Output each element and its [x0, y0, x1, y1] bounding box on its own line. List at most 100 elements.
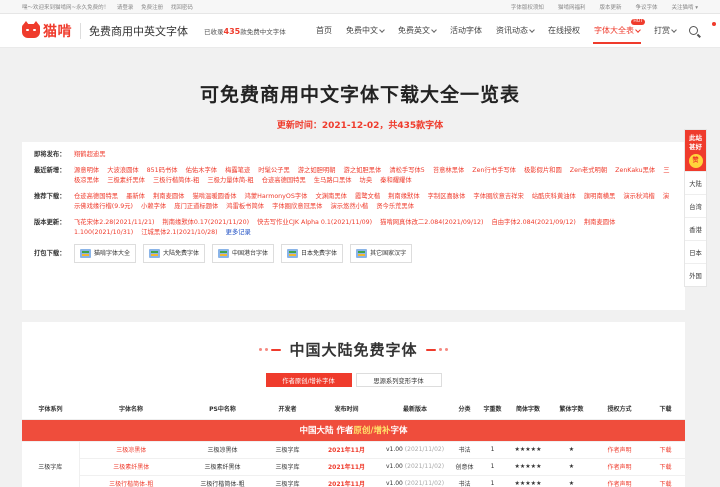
recommend-font-link[interactable]: 演示秋鸿楷	[623, 193, 654, 200]
recent-font-link[interactable]: 大波浪圆体	[107, 167, 138, 174]
site-logo[interactable]: 猫啃	[22, 21, 72, 41]
recent-font-link[interactable]: 苔意林黑体	[433, 167, 464, 174]
pack-download-button[interactable]: 日本免费字体	[281, 244, 343, 263]
sidebar-region-link[interactable]: 台湾	[685, 194, 706, 217]
nav-item[interactable]: 打赏	[647, 14, 683, 47]
font-table: 字体系列字体名称PS中名称开发者发布时间最新版本分类字重数简体字数繁体字数授权方…	[22, 398, 685, 487]
recent-font-link[interactable]: 清松手写体5	[389, 167, 425, 174]
weight-count: 1	[479, 441, 506, 458]
column-header: 下载	[646, 398, 685, 419]
upcoming-row: 即将发布： 翔鹤超迪黑	[34, 150, 673, 160]
tab-original-fonts[interactable]: 作者原创/增补字体	[266, 373, 352, 387]
recommend-font-link[interactable]: 荆南麦圆体	[153, 193, 184, 200]
recommend-font-link[interactable]: 站酷庆科黄油体	[532, 193, 576, 200]
version-update-link[interactable]: 猫啃网真体改二2.084(2021/09/12)	[380, 219, 483, 226]
recent-font-link[interactable]: 三极力量体简-粗	[207, 177, 253, 184]
version-update-link[interactable]: 飞花宋体2.28(2021/11/21)	[74, 219, 154, 226]
forgot-password-link[interactable]: 找回密码	[171, 5, 193, 11]
recent-font-link[interactable]: ZenKaku黑体	[615, 167, 655, 174]
recommend-font-link[interactable]: 字体圈欣意吉祥宋	[473, 193, 523, 200]
update-info: 更新时间：2021-12-02，共435款字体	[0, 118, 720, 131]
nav-item[interactable]: 首页	[309, 14, 339, 47]
recommend-font-link[interactable]: 演示悠然小楷	[330, 203, 368, 210]
sidebar-region-link[interactable]: 香港	[685, 217, 706, 240]
sidebar-region-link[interactable]: 大陆	[685, 171, 706, 194]
recommend-font-link[interactable]: 墨新体	[126, 193, 145, 200]
pack-download-button[interactable]: 猫啃字体大全	[74, 244, 136, 263]
recommend-font-link[interactable]: 文渊南黑体	[315, 193, 346, 200]
top-link[interactable]: 字体版权须知	[511, 3, 544, 11]
font-name-link[interactable]: 三极素纤黑体	[79, 458, 183, 475]
top-link[interactable]: 猫啃网福利	[558, 3, 586, 11]
recommend-font-link[interactable]: 鸿蒙HarmonyOS字体	[245, 193, 308, 200]
version-date: (2021/11/02)	[405, 446, 444, 453]
recent-font-link[interactable]: 851码书体	[147, 167, 178, 174]
recent-font-link[interactable]: 秦和耀耀体	[380, 177, 411, 184]
license-link[interactable]: 作者声明	[593, 441, 646, 458]
recommend-font-link[interactable]: 仓迹高德国特黑	[74, 193, 118, 200]
folder-icon	[356, 249, 367, 258]
recent-font-link[interactable]: 极影假片和圆	[524, 167, 562, 174]
recent-font-link[interactable]: 仓迹高德国特黑	[262, 177, 306, 184]
download-link[interactable]: 下载	[646, 475, 685, 487]
recommend-font-link[interactable]: 荆南缘默体	[388, 193, 419, 200]
version-update-link[interactable]: 荆南缘默体0.17(2021/11/20)	[162, 219, 249, 226]
latest-version: v1.00 (2021/11/02)	[380, 458, 450, 475]
register-link[interactable]: 免费注册	[141, 5, 163, 11]
site-name: 免费商用中英文字体	[89, 23, 188, 39]
nav-item[interactable]: 在线授权	[541, 14, 587, 47]
more-records-link[interactable]: 更多记录	[226, 229, 251, 236]
recent-font-link[interactable]: 游之如胆明朝	[298, 167, 336, 174]
top-link[interactable]: 关注猫啃 ▾	[671, 3, 698, 11]
sidebar-region-link[interactable]: 日本	[685, 240, 706, 263]
pack-download-button[interactable]: 大陆免费字体	[143, 244, 205, 263]
recommend-font-link[interactable]: 旗明南横黑	[584, 193, 615, 200]
login-link[interactable]: 请登录	[117, 5, 134, 11]
sidebar-like[interactable]: 此站 甚好 赞	[685, 130, 706, 171]
search-icon[interactable]	[689, 26, 698, 35]
recent-font-link[interactable]: 游之如胆黑体	[344, 167, 382, 174]
recent-font-link[interactable]: 坊央	[360, 177, 373, 184]
recent-font-link[interactable]: 佑佑木字体	[186, 167, 217, 174]
pack-download-button[interactable]: 其它国家汉字	[350, 244, 412, 263]
sidebar-region-link[interactable]: 外国	[685, 263, 706, 286]
version-update-link[interactable]: 江城黑体2.1(2021/10/28)	[141, 229, 217, 236]
pack-download-button[interactable]: 中国港台字体	[212, 244, 274, 263]
recommend-font-link[interactable]: 鸿雷板书简体	[226, 203, 264, 210]
recent-font-link[interactable]: 时髦公子黑	[258, 167, 289, 174]
download-link[interactable]: 下载	[646, 441, 685, 458]
recommend-font-link[interactable]: 猫啃温暖圆香体	[192, 193, 236, 200]
recommend-font-link[interactable]: 霞鹜文楷	[355, 193, 380, 200]
license-link[interactable]: 作者声明	[593, 458, 646, 475]
recommend-font-link[interactable]: 贤今乐荒黑体	[376, 203, 414, 210]
column-header: 发布时间	[313, 398, 380, 419]
nav-item[interactable]: 字体大全表HOT	[587, 14, 647, 47]
top-link[interactable]: 争议字体	[635, 3, 657, 11]
nav-item[interactable]: 免费中文	[339, 14, 391, 47]
hot-badge: HOT	[631, 19, 645, 25]
welcome-text: 嘿～欢迎来到猫啃网~永久免费的！ 请登录 免费注册 找回密码	[22, 3, 511, 11]
tab-source-variant-fonts[interactable]: 思源系列变形字体	[356, 373, 442, 387]
license-link[interactable]: 作者声明	[593, 475, 646, 487]
version-update-link[interactable]: 快去写作业CJK Alpha 0.1(2021/11/09)	[257, 219, 372, 226]
recommend-font-link[interactable]: 字体圈欣意冠黑体	[272, 203, 322, 210]
nav-item[interactable]: 免费英文	[391, 14, 443, 47]
top-link[interactable]: 版本更新	[599, 3, 621, 11]
recent-font-link[interactable]: Zen行书手写体	[472, 167, 516, 174]
recent-font-link[interactable]: 三极行楷简体-粗	[153, 177, 199, 184]
recent-font-link[interactable]: 梅露笔迹	[225, 167, 250, 174]
recommend-font-link[interactable]: 小赖字体	[141, 203, 166, 210]
font-name-link[interactable]: 三极行楷简体-粗	[79, 475, 183, 487]
nav-item[interactable]: 活动字体	[443, 14, 489, 47]
recent-font-link[interactable]: 源意明体	[74, 167, 99, 174]
download-link[interactable]: 下载	[646, 458, 685, 475]
recent-font-link[interactable]: 生马路口黑体	[314, 177, 352, 184]
nav-item[interactable]: 资讯动态	[489, 14, 541, 47]
recommend-font-link[interactable]: 庞门正道标题体	[174, 203, 218, 210]
recommend-font-link[interactable]: 字制区喜脉体	[428, 193, 466, 200]
recent-font-link[interactable]: 三极素纤黑体	[107, 177, 145, 184]
recent-font-link[interactable]: Zen老式明朝	[570, 167, 607, 174]
font-name-link[interactable]: 三极凉黑体	[79, 441, 183, 458]
version-update-link[interactable]: 自由字体2.084(2021/09/12)	[491, 219, 575, 226]
upcoming-font-link[interactable]: 翔鹤超迪黑	[74, 151, 105, 158]
